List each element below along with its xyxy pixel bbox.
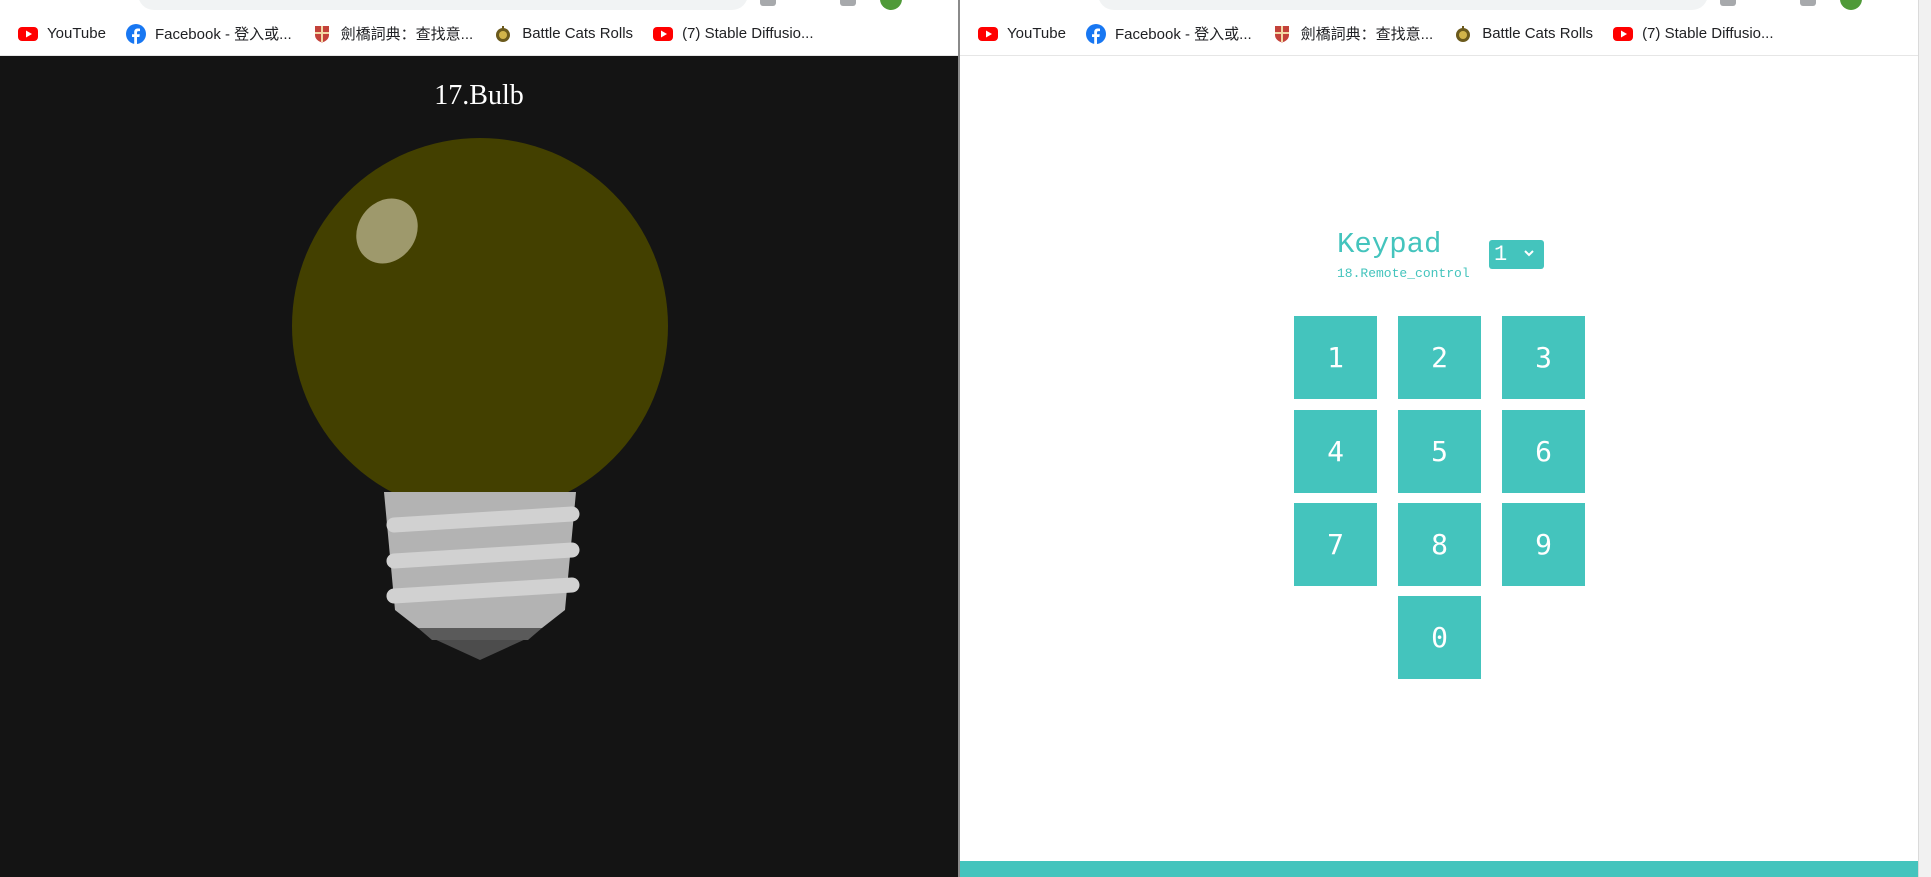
address-bar[interactable] <box>138 0 748 10</box>
key-5[interactable]: 5 <box>1398 410 1481 493</box>
bookmark-label: (7) Stable Diffusio... <box>1642 25 1774 42</box>
bookmark-label: 劍橋詞典：查找意... <box>1300 26 1434 43</box>
key-8[interactable]: 8 <box>1398 503 1481 586</box>
bookmark-battle-cats[interactable]: Battle Cats Rolls <box>493 20 633 48</box>
battle-cats-icon <box>1456 25 1471 42</box>
left-browser-window: YouTube Facebook - 登入或... 劍橋詞典：查找意... Ba… <box>0 0 958 877</box>
bulb-glass <box>292 138 668 514</box>
bookmark-stable-diffusion[interactable]: (7) Stable Diffusio... <box>653 20 814 48</box>
key-2[interactable]: 2 <box>1398 316 1481 399</box>
bulb-tip <box>432 638 528 660</box>
bookmark-facebook[interactable]: Facebook - 登入或... <box>1085 20 1252 48</box>
youtube-icon <box>978 26 998 41</box>
bookmarks-bar: YouTube Facebook - 登入或... 劍橋詞典：查找意... Ba… <box>960 12 1918 56</box>
bookmark-label: YouTube <box>47 25 106 42</box>
key-7[interactable]: 7 <box>1294 503 1377 586</box>
youtube-icon <box>653 26 674 41</box>
profile-avatar[interactable] <box>880 0 902 10</box>
bookmark-youtube[interactable]: YouTube <box>978 20 1066 48</box>
extension-icon[interactable] <box>1720 0 1736 6</box>
keypad-title: Keypad <box>1337 228 1442 261</box>
scrollbar[interactable] <box>1918 0 1931 877</box>
address-bar-area <box>0 0 958 12</box>
key-4[interactable]: 4 <box>1294 410 1377 493</box>
key-9[interactable]: 9 <box>1502 503 1585 586</box>
bookmark-label: Battle Cats Rolls <box>522 25 634 42</box>
bookmark-battle-cats[interactable]: Battle Cats Rolls <box>1453 20 1593 48</box>
page-title: 17.Bulb <box>434 80 524 111</box>
bookmark-youtube[interactable]: YouTube <box>18 20 106 48</box>
bookmark-label: (7) Stable Diffusio... <box>682 25 814 42</box>
keypad-subtitle: 18.Remote_control <box>1337 266 1470 281</box>
key-0[interactable]: 0 <box>1398 596 1481 679</box>
bookmark-cambridge[interactable]: 劍橋詞典：查找意... <box>1272 20 1434 48</box>
cambridge-icon <box>314 25 329 42</box>
bookmark-cambridge[interactable]: 劍橋詞典：查找意... <box>312 20 474 48</box>
bookmark-label: YouTube <box>1007 25 1066 42</box>
light-bulb[interactable] <box>280 130 680 670</box>
bookmark-label: Facebook - 登入或... <box>1114 26 1252 43</box>
key-3[interactable]: 3 <box>1502 316 1585 399</box>
channel-select[interactable]: 1 <box>1489 240 1544 269</box>
youtube-icon <box>18 26 38 41</box>
extension-icon[interactable] <box>1800 0 1816 6</box>
address-bar[interactable] <box>1098 0 1708 10</box>
bookmarks-bar: YouTube Facebook - 登入或... 劍橋詞典：查找意... Ba… <box>0 12 958 56</box>
cambridge-icon <box>1274 25 1289 42</box>
facebook-icon <box>1085 23 1106 44</box>
footer-bar <box>960 861 1918 877</box>
address-bar-area <box>960 0 1918 12</box>
extension-icon[interactable] <box>840 0 856 6</box>
bookmark-label: Facebook - 登入或... <box>154 26 292 43</box>
chevron-down-icon <box>1524 250 1534 257</box>
bookmark-stable-diffusion[interactable]: (7) Stable Diffusio... <box>1613 20 1774 48</box>
profile-avatar[interactable] <box>1840 0 1862 10</box>
key-6[interactable]: 6 <box>1502 410 1585 493</box>
bookmark-label: 劍橋詞典：查找意... <box>340 26 474 43</box>
battle-cats-icon <box>496 25 511 42</box>
bookmark-facebook[interactable]: Facebook - 登入或... <box>125 20 292 48</box>
bookmark-label: Battle Cats Rolls <box>1482 25 1594 42</box>
youtube-icon <box>1613 26 1634 41</box>
facebook-icon <box>125 23 146 44</box>
key-1[interactable]: 1 <box>1294 316 1377 399</box>
extension-icon[interactable] <box>760 0 776 6</box>
channel-select-value: 1 <box>1494 242 1508 267</box>
